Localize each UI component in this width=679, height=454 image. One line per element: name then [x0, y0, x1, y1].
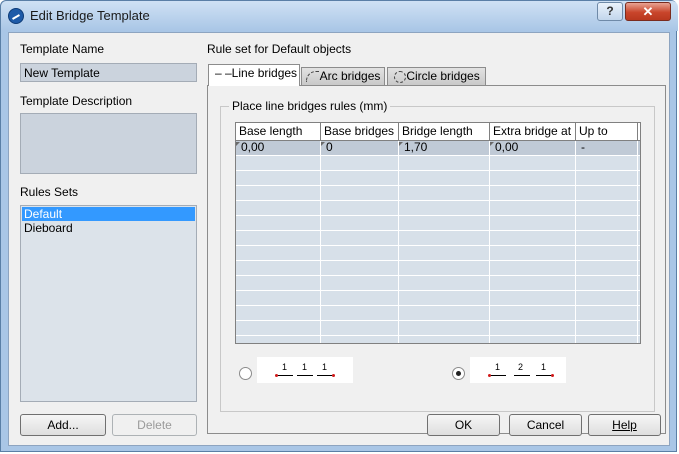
diagram-bridge-dot — [551, 374, 554, 377]
cell-marker-icon — [236, 142, 240, 146]
dialog-body: Template Name New Template Template Desc… — [8, 32, 670, 446]
diagram-segment — [536, 375, 552, 376]
col-header-base-length[interactable]: Base length — [236, 123, 321, 140]
arc-icon — [306, 71, 319, 83]
grid-line — [236, 260, 640, 261]
cell-value: 0,00 — [495, 140, 519, 154]
grid-line — [236, 170, 640, 171]
bridge-distribution-diagram-b: 1 2 1 — [470, 357, 566, 383]
cell-value: - — [581, 140, 585, 154]
grid-line — [236, 245, 640, 246]
cell-marker-icon — [321, 142, 325, 146]
grid-line — [236, 320, 640, 321]
diagram-segment — [277, 375, 293, 376]
table-cell-base-length[interactable]: 0,00 — [236, 140, 320, 155]
tab-label: Circle bridges — [406, 69, 480, 83]
rules-set-item-default[interactable]: Default — [22, 207, 195, 221]
diagram-segment — [297, 375, 313, 376]
ok-button[interactable]: OK — [427, 414, 500, 436]
grid-vline — [320, 140, 321, 343]
grid-line — [236, 290, 640, 291]
diagram-number: 2 — [518, 362, 524, 372]
grid-vline — [489, 140, 490, 343]
rules-set-item-dieboard[interactable]: Dieboard — [22, 221, 195, 235]
tab-label: – –Line bridges — [215, 66, 298, 80]
template-name-label: Template Name — [20, 42, 105, 56]
diagram-bridge-dot — [275, 374, 278, 377]
diagram-segment — [514, 375, 530, 376]
cell-value: 1,70 — [404, 140, 428, 154]
tab-circle-bridges[interactable]: Circle bridges — [387, 67, 486, 85]
cell-value: 0 — [326, 140, 333, 154]
delete-button[interactable]: Delete — [112, 414, 197, 436]
grid-vline — [398, 140, 399, 343]
tab-label: Arc bridges — [319, 69, 381, 83]
tab-arc-bridges[interactable]: Arc bridges — [301, 67, 385, 85]
rules-sets-label: Rules Sets — [20, 185, 79, 199]
help-button[interactable]: Help — [588, 414, 661, 436]
cell-marker-icon — [399, 142, 403, 146]
diagram-segment — [317, 375, 333, 376]
template-name-input[interactable]: New Template — [20, 63, 197, 82]
grid-line — [236, 200, 640, 201]
diagram-number: 1 — [541, 362, 547, 372]
diagram-number: 1 — [322, 362, 328, 372]
edit-bridge-template-window: Edit Bridge Template ? ✕ Template Name N… — [0, 0, 678, 452]
col-header-up-to[interactable]: Up to — [576, 123, 638, 140]
table-cell-up-to[interactable]: - — [576, 140, 637, 155]
grid-line — [236, 305, 640, 306]
place-line-bridges-group: Place line bridges rules (mm) Base lengt… — [220, 99, 655, 412]
table-cell-extra-bridge-at[interactable]: 0,00 — [490, 140, 575, 155]
diagram-segment — [490, 375, 506, 376]
bridge-rules-table[interactable]: Base length Base bridges Bridge length E… — [235, 122, 641, 344]
template-description-input[interactable] — [20, 113, 197, 174]
cell-marker-icon — [490, 142, 494, 146]
template-description-label: Template Description — [20, 94, 133, 108]
cell-value: 0,00 — [241, 140, 265, 154]
template-name-value: New Template — [24, 66, 100, 80]
diagram-number: 1 — [282, 362, 288, 372]
grid-line — [236, 185, 640, 186]
grid-vline — [575, 140, 576, 343]
grid-vline — [637, 140, 638, 343]
window-title: Edit Bridge Template — [30, 8, 150, 23]
col-header-base-bridges[interactable]: Base bridges — [321, 123, 399, 140]
tab-line-bridges[interactable]: – –Line bridges — [208, 64, 300, 86]
col-header-bridge-length[interactable]: Bridge length — [399, 123, 490, 140]
table-cell-base-bridges[interactable]: 0 — [321, 140, 398, 155]
table-cell-bridge-length[interactable]: 1,70 — [399, 140, 489, 155]
grid-line — [236, 230, 640, 231]
line-bridges-panel: Place line bridges rules (mm) Base lengt… — [207, 85, 666, 434]
diagram-number: 1 — [302, 362, 308, 372]
bridge-distribution-radio-a[interactable] — [239, 367, 252, 380]
grid-line — [236, 275, 640, 276]
group-title: Place line bridges rules (mm) — [229, 99, 391, 113]
diagram-number: 1 — [495, 362, 501, 372]
help-title-button[interactable]: ? — [597, 2, 623, 21]
circle-icon — [394, 70, 406, 83]
add-button[interactable]: Add... — [20, 414, 106, 436]
table-header: Base length Base bridges Bridge length E… — [236, 123, 640, 141]
app-icon — [8, 8, 24, 24]
close-button[interactable]: ✕ — [625, 2, 671, 21]
col-header-extra-bridge-at[interactable]: Extra bridge at — [490, 123, 576, 140]
title-bar[interactable]: Edit Bridge Template ? ✕ — [1, 1, 678, 31]
diagram-bridge-dot — [332, 374, 335, 377]
rules-sets-list[interactable]: Default Dieboard — [20, 205, 197, 402]
grid-line — [236, 155, 640, 156]
cancel-button[interactable]: Cancel — [509, 414, 582, 436]
grid-line — [236, 215, 640, 216]
bridge-distribution-diagram-a: 1 1 1 — [257, 357, 353, 383]
diagram-bridge-dot — [488, 374, 491, 377]
grid-line — [236, 335, 640, 336]
ruleset-label: Rule set for Default objects — [207, 42, 352, 56]
bridge-distribution-radio-b[interactable] — [452, 367, 465, 380]
